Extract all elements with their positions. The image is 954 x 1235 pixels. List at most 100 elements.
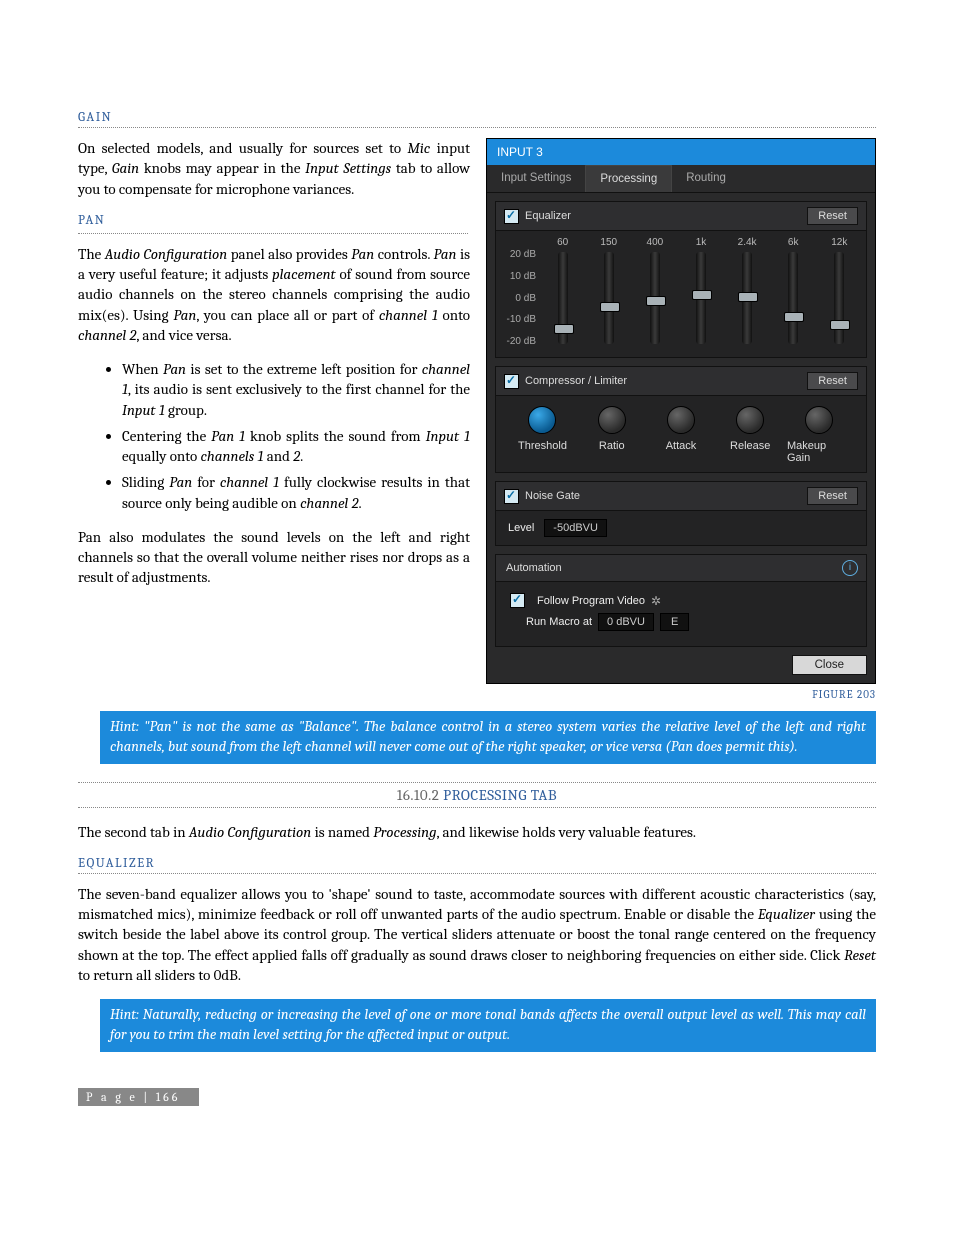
pan-bullet-list: When Pan is set to the extreme left posi…	[78, 359, 470, 513]
run-macro-suffix[interactable]: E	[660, 613, 689, 631]
eq-slider[interactable]	[788, 252, 798, 344]
text: to return all sliders to 0dB.	[78, 966, 241, 984]
text: The seven-band equalizer allows you to '…	[78, 885, 876, 923]
close-button[interactable]: Close	[792, 655, 867, 675]
noisegate-checkbox[interactable]	[504, 489, 519, 504]
text: .	[300, 447, 303, 465]
scale-label: 10 dB	[498, 271, 536, 282]
eq-slider-thumb[interactable]	[784, 312, 804, 322]
compressor-reset-button[interactable]: Reset	[807, 372, 858, 390]
eq-slider-thumb[interactable]	[646, 296, 666, 306]
equalizer-label: Equalizer	[525, 210, 807, 222]
eq-band-hz: 2.4k	[738, 237, 757, 249]
text: , and likewise holds very valuable featu…	[437, 823, 696, 841]
eq-slider[interactable]	[696, 252, 706, 344]
heading-pan: PAN	[78, 213, 470, 230]
text: controls.	[374, 245, 433, 263]
tab-input-settings[interactable]: Input Settings	[487, 165, 585, 192]
knob-label: Makeup Gain	[787, 440, 852, 464]
gear-icon[interactable]: ✲	[651, 594, 661, 608]
compressor-knobs: ThresholdRatioAttackReleaseMakeup Gain	[496, 396, 866, 472]
scale-label: -20 dB	[498, 336, 536, 347]
app-input3-panel: INPUT 3 Input Settings Processing Routin…	[486, 138, 876, 684]
figure-caption: FIGURE 203	[486, 688, 876, 701]
text: When	[122, 360, 163, 378]
eq-slider[interactable]	[834, 252, 844, 344]
italic: Pan	[169, 473, 192, 491]
noisegate-level-value[interactable]: -50dBVU	[544, 519, 607, 537]
eq-slider-thumb[interactable]	[600, 302, 620, 312]
eq-band-hz: 60	[557, 237, 568, 249]
italic: channels 1	[201, 447, 264, 465]
eq-band-hz: 400	[647, 237, 664, 249]
pan-paragraph-1: The Audio Configuration panel also provi…	[78, 244, 470, 345]
eq-band: 150	[588, 237, 629, 347]
text: is named	[311, 823, 373, 841]
noisegate-reset-button[interactable]: Reset	[807, 487, 858, 505]
italic: Input 1	[122, 401, 165, 419]
eq-slider-thumb[interactable]	[830, 320, 850, 330]
eq-band: 60	[542, 237, 583, 347]
italic: channel 1	[220, 473, 279, 491]
eq-slider[interactable]	[604, 252, 614, 344]
knob-threshold[interactable]	[528, 406, 556, 434]
knob-release[interactable]	[736, 406, 764, 434]
run-macro-value[interactable]: 0 dBVU	[598, 613, 654, 631]
heading-equalizer: EQUALIZER	[78, 856, 876, 874]
text: knob splits the sound from	[245, 427, 426, 445]
eq-band-hz: 150	[600, 237, 617, 249]
processing-tab-heading: 16.10.2 PROCESSING TAB	[78, 782, 876, 808]
eq-slider-thumb[interactable]	[692, 290, 712, 300]
italic: Pan 1	[211, 427, 245, 445]
text: for	[192, 473, 220, 491]
text: onto	[438, 306, 470, 324]
knob-label: Ratio	[599, 440, 625, 452]
equalizer-reset-button[interactable]: Reset	[807, 207, 858, 225]
italic: channel 2	[78, 326, 136, 344]
compressor-label: Compressor / Limiter	[525, 375, 807, 387]
list-item: Centering the Pan 1 knob splits the soun…	[122, 426, 470, 467]
info-icon[interactable]: i	[842, 560, 858, 576]
compressor-knob: Ratio	[579, 406, 644, 464]
eq-slider[interactable]	[742, 252, 752, 344]
list-item: Sliding Pan for channel 1 fully clockwis…	[122, 472, 470, 513]
eq-slider-thumb[interactable]	[554, 324, 574, 334]
italic: Input Settings	[305, 159, 391, 177]
eq-slider[interactable]	[558, 252, 568, 344]
scale-label: 0 dB	[498, 293, 536, 304]
text: and	[263, 447, 293, 465]
text: , and vice versa.	[136, 326, 231, 344]
text: knobs may appear in the	[139, 159, 305, 177]
text: The second tab in	[78, 823, 189, 841]
eq-band: 6k	[773, 237, 814, 347]
heading-gain: GAIN	[78, 110, 876, 128]
text: .	[358, 494, 361, 512]
compressor-checkbox[interactable]	[504, 374, 519, 389]
compressor-knob: Release	[718, 406, 783, 464]
equalizer-checkbox[interactable]	[504, 209, 519, 224]
noisegate-panel: Noise Gate Reset Level -50dBVU	[495, 481, 867, 546]
text: group.	[165, 401, 207, 419]
noisegate-level-label: Level	[508, 522, 534, 534]
italic: channel 2	[300, 494, 358, 512]
italic: Processing	[373, 823, 436, 841]
processing-paragraph: The second tab in Audio Configuration is…	[78, 822, 876, 842]
text: The	[78, 245, 105, 263]
equalizer-paragraph: The seven-band equalizer allows you to '…	[78, 884, 876, 985]
italic: Pan	[163, 360, 186, 378]
text: Centering the	[122, 427, 211, 445]
hint-equalizer: Hint: Naturally, reducing or increasing …	[100, 999, 876, 1052]
text: Sliding	[122, 473, 169, 491]
eq-band: 12k	[819, 237, 860, 347]
knob-attack[interactable]	[667, 406, 695, 434]
tab-routing[interactable]: Routing	[672, 165, 740, 192]
knob-makeup gain[interactable]	[805, 406, 833, 434]
knob-ratio[interactable]	[598, 406, 626, 434]
eq-slider-thumb[interactable]	[738, 292, 758, 302]
italic: Pan	[433, 245, 456, 263]
eq-slider[interactable]	[650, 252, 660, 344]
follow-video-checkbox[interactable]	[510, 593, 525, 608]
tab-processing[interactable]: Processing	[585, 165, 672, 192]
list-item: When Pan is set to the extreme left posi…	[122, 359, 470, 420]
text: , you can place all or part of	[196, 306, 379, 324]
